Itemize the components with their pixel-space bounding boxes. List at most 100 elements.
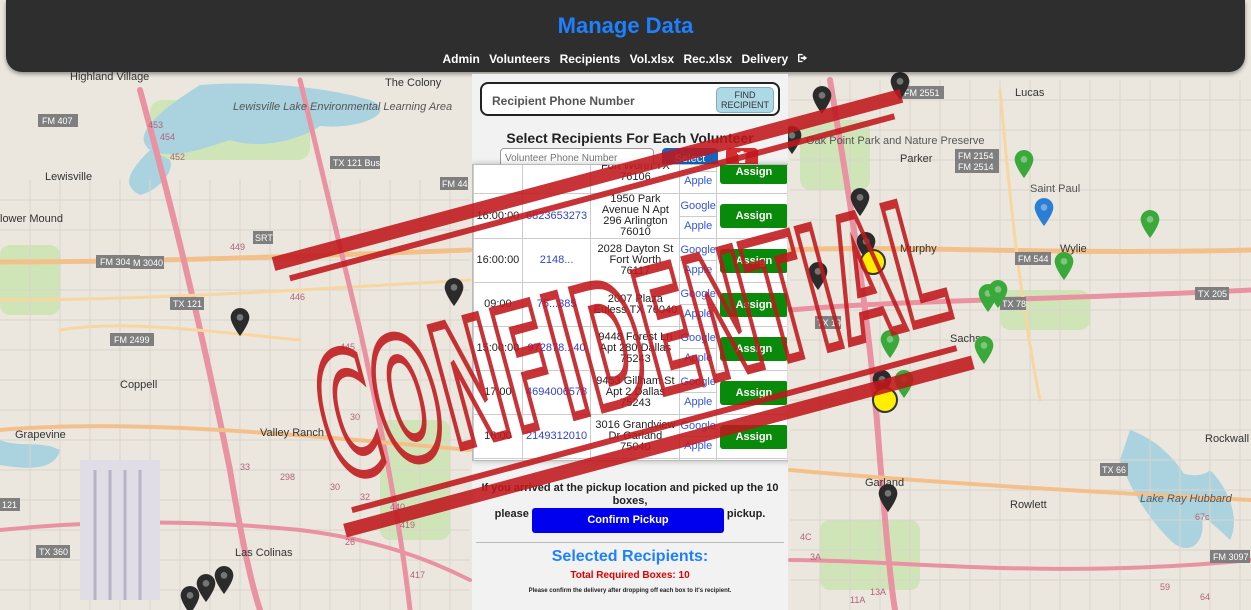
row-time: 17:00 [473, 370, 523, 415]
assign-button[interactable]: Assign [719, 165, 788, 184]
row-map-links: GoogleApple [679, 326, 717, 371]
svg-text:TX 121 Bus: TX 121 Bus [333, 158, 381, 168]
svg-text:419: 419 [400, 520, 415, 530]
find-recipient-button[interactable]: FIND RECIPIENT [716, 87, 774, 113]
svg-text:26: 26 [345, 537, 355, 547]
svg-text:64: 64 [1200, 592, 1210, 602]
svg-text:TX 205: TX 205 [1198, 289, 1227, 299]
divider [476, 542, 784, 543]
apple-maps-link[interactable]: Apple [680, 171, 716, 191]
svg-text:lower Mound: lower Mound [0, 213, 63, 225]
nav-volunteers[interactable]: Volunteers [489, 52, 550, 66]
svg-text:33: 33 [240, 462, 250, 472]
row-address: 1950 Park Avenue N Apt 296 Arlington 760… [590, 193, 681, 239]
svg-text:452: 452 [170, 152, 185, 162]
apple-maps-link[interactable]: Apple [680, 348, 716, 368]
logout-icon[interactable] [797, 53, 809, 66]
table-scrollbar[interactable] [787, 165, 788, 460]
svg-text:FM 2499: FM 2499 [114, 335, 150, 345]
svg-text:454: 454 [160, 132, 175, 142]
google-maps-link[interactable]: Google [680, 329, 715, 348]
row-address: 2028 Dayton St Fort Worth 76117 [590, 238, 681, 283]
row-action: Assign [715, 414, 788, 459]
recipients-table[interactable]: Fort Worth TX 76106 Apple Assign 16:00:00 68… [472, 164, 788, 461]
svg-text:Murphy: Murphy [900, 243, 937, 255]
row-phone[interactable] [521, 165, 592, 194]
svg-text:SRT: SRT [255, 233, 273, 243]
row-time: 16:00 [473, 414, 523, 459]
table-row: 15:00:00 972878...40 9448 Forest Ln Apt 28… [473, 326, 788, 371]
svg-text:4C: 4C [800, 532, 812, 542]
svg-text:TX 121: TX 121 [173, 299, 202, 309]
row-address: 9448 Forest Ln Apt 280 Dallas 75243 [590, 326, 681, 371]
find-recipient-label-2: RECIPIENT [720, 100, 769, 110]
row-phone[interactable]: 2149312010 [521, 414, 592, 459]
assign-button[interactable]: Assign [719, 248, 788, 273]
svg-text:Grapevine: Grapevine [15, 429, 66, 441]
svg-text:3A: 3A [810, 552, 821, 562]
row-phone[interactable]: 4694006578 [521, 370, 592, 415]
google-maps-link[interactable]: Google [680, 197, 715, 216]
svg-text:298: 298 [280, 472, 295, 482]
svg-text:Las Colinas: Las Colinas [235, 547, 293, 559]
row-map-links: GoogleApple [679, 370, 717, 415]
apple-maps-link[interactable]: Apple [680, 215, 716, 236]
apple-maps-link[interactable]: Apple [680, 436, 716, 456]
google-maps-link[interactable]: Google [680, 241, 715, 260]
row-map-links: GoogleApple [679, 238, 717, 283]
svg-text:FM 544: FM 544 [1018, 254, 1049, 264]
row-time: 16:00:00 [473, 193, 523, 239]
apple-maps-link[interactable]: Apple [680, 392, 716, 412]
google-maps-link[interactable]: Google [680, 417, 715, 436]
row-phone[interactable]: 6823653273 [521, 193, 592, 239]
row-address: Fort Worth TX 76106 [590, 165, 681, 194]
svg-text:Parker: Parker [900, 153, 933, 165]
svg-text:67c: 67c [1195, 512, 1210, 522]
svg-text:Valley Ranch: Valley Ranch [260, 427, 324, 439]
row-map-links: GoogleApple [679, 193, 717, 239]
table-row: 09:00 75...385 2007 Plaza Euless TX 76040 G… [473, 282, 788, 327]
row-action: Assign [715, 458, 788, 460]
apple-maps-link[interactable]: Apple [680, 304, 716, 324]
row-time [473, 165, 523, 194]
confirm-pickup-button[interactable]: Confirm Pickup [532, 508, 724, 533]
svg-text:Lewisville Lake Environmental: Lewisville Lake Environmental Learning A… [233, 101, 452, 113]
nav-delivery[interactable]: Delivery [742, 52, 789, 66]
svg-text:445: 445 [340, 342, 355, 352]
svg-text:Lewisville: Lewisville [45, 171, 92, 183]
row-phone[interactable]: 2148... [521, 238, 592, 283]
map-marker-yellow[interactable] [860, 249, 886, 275]
nav-recipients[interactable]: Recipients [560, 52, 621, 66]
svg-text:30: 30 [330, 482, 340, 492]
row-phone[interactable]: 75...385 [521, 282, 592, 327]
svg-text:M 3040: M 3040 [133, 258, 163, 268]
apple-maps-link[interactable]: Apple [680, 260, 716, 280]
header-bar: Manage Data Admin Volunteers Recipients … [6, 0, 1245, 72]
row-phone[interactable] [521, 458, 592, 460]
assign-button[interactable]: Assign [719, 380, 788, 405]
assign-button[interactable]: Assign [719, 204, 788, 228]
svg-text:The Colony: The Colony [385, 77, 442, 89]
assign-button[interactable]: Assign [719, 292, 788, 317]
google-maps-link[interactable]: Google [680, 373, 715, 392]
row-phone[interactable]: 972878...40 [521, 326, 592, 371]
nav-admin[interactable]: Admin [442, 52, 479, 66]
row-action: Assign [715, 326, 788, 371]
row-address: 1101 Plano, TX 75074 [590, 458, 681, 460]
google-maps-link[interactable]: Google [680, 285, 715, 304]
nav-vol-xlsx[interactable]: Vol.xlsx [630, 52, 674, 66]
svg-text:FM 44: FM 44 [442, 179, 468, 189]
confirm-delivery-note: Please confirm the delivery after droppi… [528, 588, 732, 594]
svg-text:32: 32 [360, 492, 370, 502]
row-action: Assign [715, 282, 788, 327]
table-row: 17:00 4694006578 9453 Gillham St Apt 2 Dal… [473, 370, 788, 415]
nav-rec-xlsx[interactable]: Rec.xlsx [683, 52, 732, 66]
row-action: Assign [715, 193, 788, 239]
recipient-search-box: FIND RECIPIENT [480, 82, 780, 116]
svg-text:30: 30 [350, 412, 360, 422]
assign-button[interactable]: Assign [719, 424, 788, 449]
assign-button[interactable]: Assign [719, 336, 788, 361]
google-maps-link[interactable] [680, 165, 715, 171]
map-marker-yellow[interactable] [872, 387, 898, 413]
recipient-phone-input[interactable] [490, 90, 714, 112]
